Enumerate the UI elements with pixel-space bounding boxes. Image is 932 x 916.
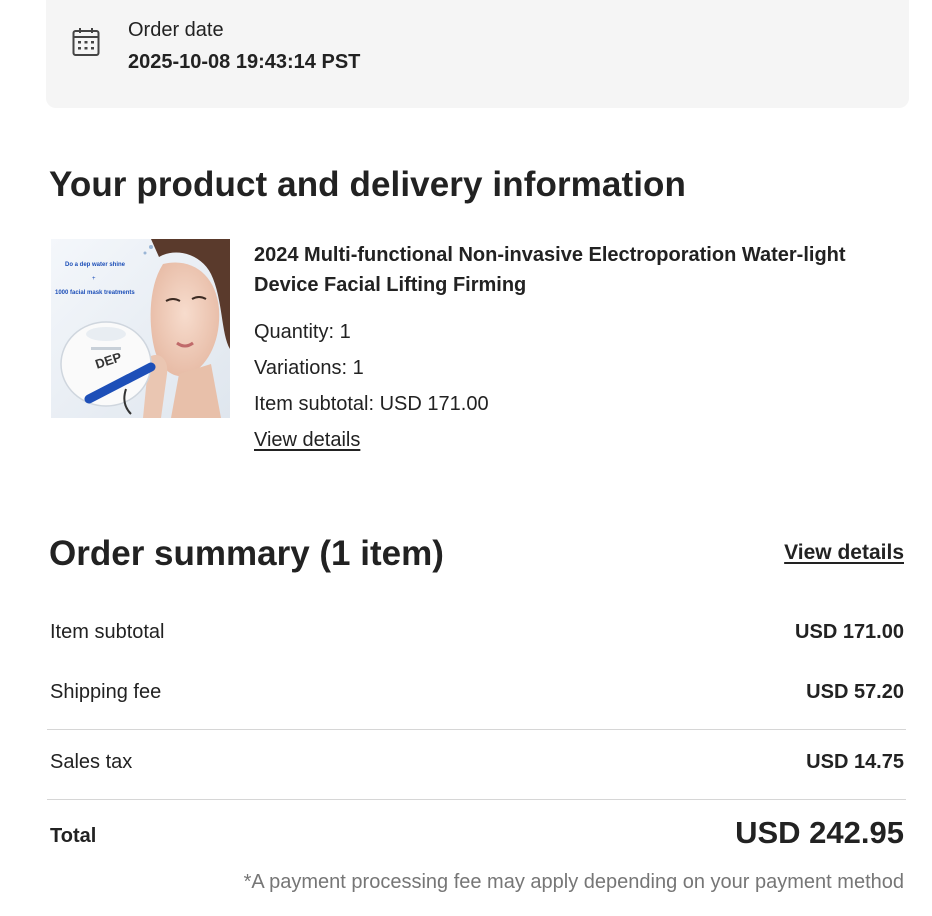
total-value: USD 242.95 bbox=[735, 815, 904, 850]
product-section-title: Your product and delivery information bbox=[49, 165, 686, 204]
product-quantity: Quantity: 1 bbox=[254, 321, 351, 343]
product-view-details-link[interactable]: View details bbox=[254, 429, 360, 452]
summary-divider bbox=[47, 799, 906, 800]
shipping-fee-label: Shipping fee bbox=[50, 681, 162, 703]
total-label: Total bbox=[50, 825, 97, 847]
product-variations: Variations: 1 bbox=[254, 357, 364, 379]
summary-divider bbox=[47, 729, 906, 730]
product-image-caption-1: Do a dep water shine bbox=[65, 262, 126, 268]
sales-tax-value: USD 14.75 bbox=[806, 751, 904, 773]
order-date-value: 2025-10-08 19:43:14 PST bbox=[128, 51, 361, 73]
item-subtotal-label: Item subtotal bbox=[50, 621, 165, 643]
product-image-caption-2: 1000 facial mask treatments bbox=[55, 290, 135, 296]
product-image-caption-plus: + bbox=[92, 276, 96, 282]
product-item-subtotal: Item subtotal: USD 171.00 bbox=[254, 393, 489, 415]
payment-fee-footnote: *A payment processing fee may apply depe… bbox=[243, 871, 904, 893]
sales-tax-label: Sales tax bbox=[50, 751, 133, 773]
summary-view-details-link[interactable]: View details bbox=[784, 541, 904, 565]
calendar-icon bbox=[72, 27, 100, 57]
product-image[interactable]: Do a dep water shine + 1000 facial mask … bbox=[51, 239, 230, 418]
item-subtotal-value: USD 171.00 bbox=[795, 621, 904, 643]
shipping-fee-value: USD 57.20 bbox=[806, 681, 904, 703]
product-title[interactable]: 2024 Multi-functional Non-invasive Elect… bbox=[254, 240, 894, 300]
order-date-label: Order date bbox=[128, 19, 224, 41]
order-summary-title: Order summary (1 item) bbox=[49, 534, 444, 573]
